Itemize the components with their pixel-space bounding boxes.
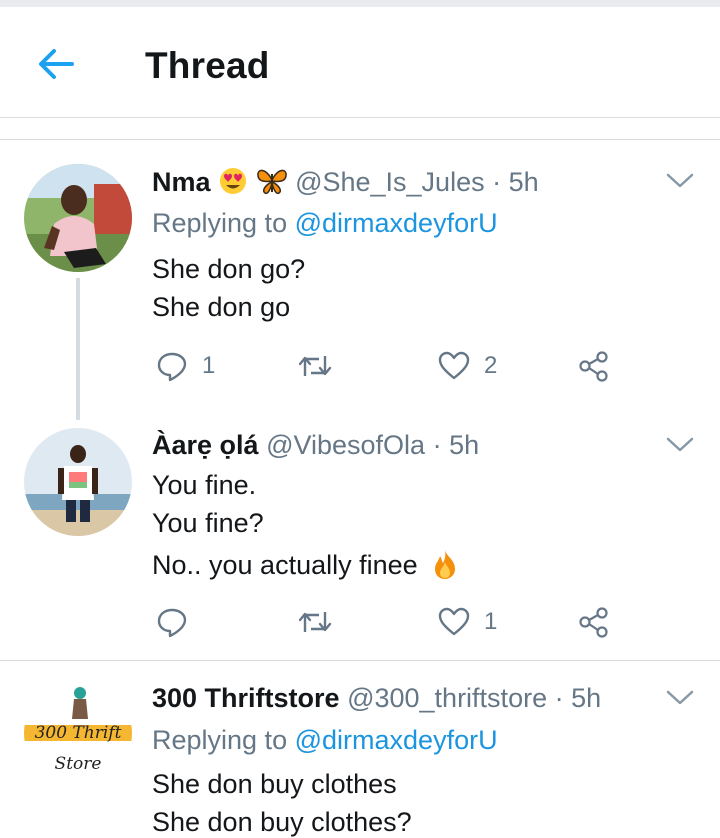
avatar[interactable]	[24, 428, 132, 536]
share-button[interactable]	[578, 602, 610, 642]
tweet-text-line: You fine.	[152, 470, 257, 500]
mention-link[interactable]: @dirmaxdeyforU	[295, 725, 498, 755]
user-handle[interactable]: @300_thriftstore	[347, 683, 547, 713]
tweet-text-line: You fine?	[152, 508, 264, 538]
butterfly-emoji-icon	[256, 169, 287, 195]
tweet-header: Nma @She_Is_Jules · 5h	[152, 166, 539, 198]
reply-icon	[157, 352, 187, 382]
display-name[interactable]: 300 Thriftstore	[152, 683, 340, 713]
timestamp: 5h	[571, 683, 602, 713]
tweet-header: Àarẹ ọlá @VibesofOla · 5h	[152, 430, 479, 461]
replying-to: Replying to @dirmaxdeyforU	[152, 208, 498, 239]
retweet-button[interactable]	[298, 346, 332, 386]
share-icon	[579, 607, 608, 638]
tweet[interactable]: 300 Thrift Store 300 Thriftstore @300_th…	[0, 661, 720, 838]
reply-button[interactable]	[156, 602, 202, 642]
timestamp: 5h	[449, 430, 480, 460]
timestamp: 5h	[508, 167, 539, 197]
heart-icon	[438, 607, 470, 636]
thread-connector-line	[76, 278, 80, 420]
retweet-icon	[298, 612, 332, 632]
heart-eyes-emoji-icon	[220, 168, 247, 194]
reply-icon	[157, 608, 187, 638]
logo-text: 300 Thrift	[35, 723, 122, 743]
tweet[interactable]: Àarẹ ọlá @VibesofOla · 5h You fine. You …	[0, 420, 720, 660]
tweet-actions: 1 2	[152, 346, 632, 386]
separator-dot: ·	[554, 683, 564, 713]
replying-to: Replying to @dirmaxdeyforU	[152, 725, 498, 756]
heart-icon	[438, 351, 470, 380]
chevron-down-icon[interactable]	[664, 687, 696, 709]
like-button[interactable]: 2	[438, 346, 497, 386]
avatar[interactable]	[24, 164, 132, 272]
fire-emoji-icon	[435, 550, 456, 579]
tweet-text-line: No.. you actually finee	[152, 548, 459, 581]
tweet-text-line: She don buy clothes	[152, 769, 397, 799]
separator-dot: ·	[492, 167, 502, 197]
replying-to-label: Replying to	[152, 208, 288, 238]
user-handle[interactable]: @VibesofOla	[266, 430, 425, 460]
retweet-icon	[298, 356, 332, 376]
chevron-down-icon[interactable]	[664, 434, 696, 456]
display-name[interactable]: Àarẹ ọlá	[152, 430, 259, 460]
tweet-text-line: She don go?	[152, 254, 306, 284]
reply-count: 1	[202, 352, 216, 379]
tweet-text: No.. you actually finee	[152, 550, 418, 580]
like-button[interactable]: 1	[438, 602, 497, 642]
like-count: 1	[484, 608, 498, 635]
display-name[interactable]: Nma	[152, 167, 211, 197]
share-button[interactable]	[578, 346, 610, 386]
separator-dot: ·	[432, 430, 442, 460]
retweet-button[interactable]	[298, 602, 332, 642]
share-icon	[579, 351, 608, 382]
store-logo-avatar[interactable]: 300 Thrift Store	[24, 679, 132, 787]
tweet-actions: 1	[152, 602, 632, 642]
tweet[interactable]: Nma @She_Is_Jules · 5h Replying to @dirm…	[0, 0, 720, 420]
tweet-text-line: She don buy clothes?	[152, 807, 412, 837]
mention-link[interactable]: @dirmaxdeyforU	[295, 208, 498, 238]
logo-text: Store	[55, 754, 102, 774]
like-count: 2	[484, 352, 498, 379]
reply-button[interactable]: 1	[156, 346, 215, 386]
user-handle[interactable]: @She_Is_Jules	[295, 167, 485, 197]
replying-to-label: Replying to	[152, 725, 288, 755]
chevron-down-icon[interactable]	[664, 170, 696, 192]
tweet-text-line: She don go	[152, 292, 291, 322]
tweet-header: 300 Thriftstore @300_thriftstore · 5h	[152, 683, 601, 714]
